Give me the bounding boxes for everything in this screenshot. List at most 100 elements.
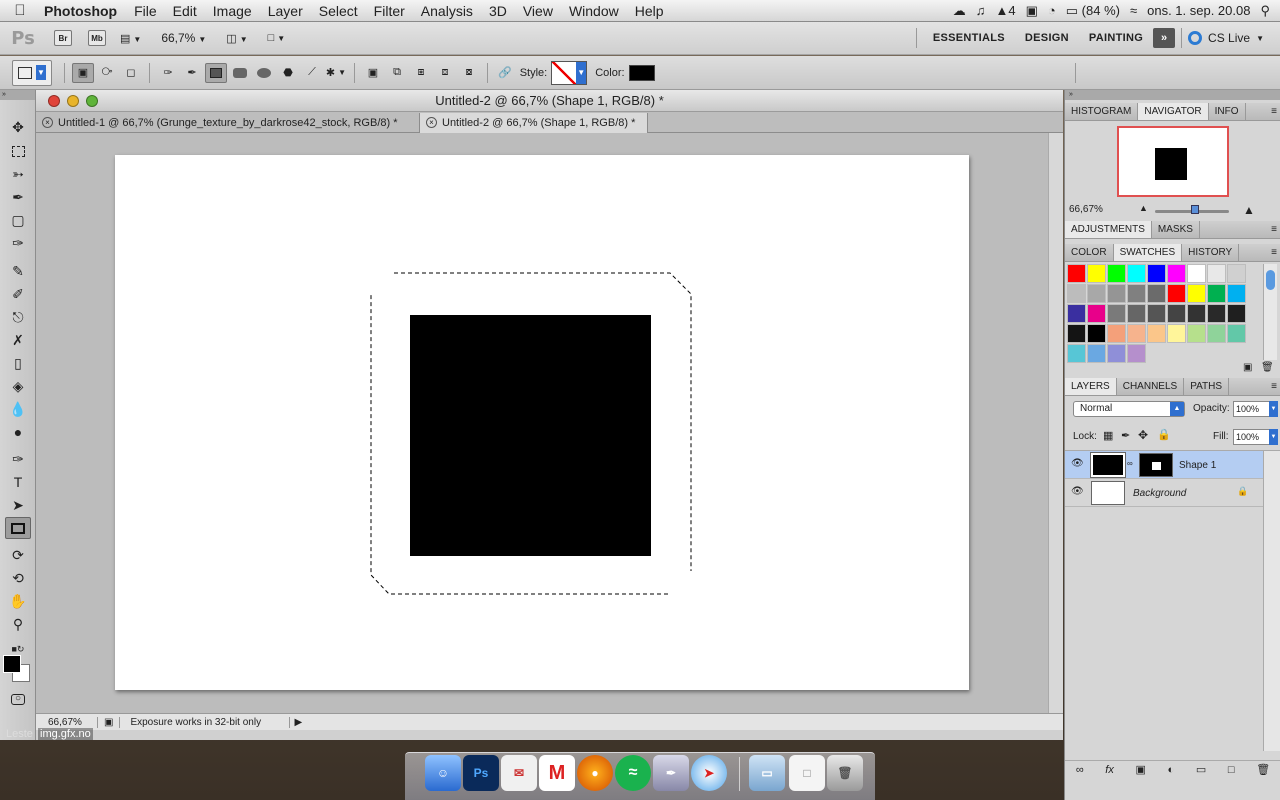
new-layer-icon[interactable]: □ — [1228, 761, 1235, 780]
menu-image[interactable]: Image — [205, 3, 260, 19]
custom-shape-button[interactable]: ✱ ▼ — [325, 63, 347, 83]
blend-mode-select[interactable]: Normal ▲ — [1073, 401, 1185, 417]
panel-menu-icon[interactable]: ≡ — [1271, 103, 1280, 120]
line-button[interactable]: ⟋ — [301, 63, 323, 83]
xcode-icon[interactable]: ✒ — [653, 755, 689, 791]
delete-layer-icon[interactable]: 🗑 — [1256, 761, 1270, 780]
bridge-button[interactable]: Br — [54, 30, 72, 46]
swatch[interactable] — [1227, 304, 1246, 323]
subtract-shape-button[interactable]: ⧆ — [410, 63, 432, 83]
status-info-icon[interactable]: ▣ — [98, 716, 121, 728]
tools-panel-header[interactable]: » — [0, 90, 35, 100]
menu-select[interactable]: Select — [311, 3, 366, 19]
workspace-painting[interactable]: PAINTING — [1079, 32, 1153, 44]
music-icon[interactable]: ♫ — [976, 3, 986, 18]
layer-row-background[interactable]: 👁 Background 🔒 — [1065, 479, 1263, 507]
cs-live-button[interactable]: CS Live ▼ — [1188, 31, 1280, 45]
swatch[interactable] — [1147, 304, 1166, 323]
lock-all-icon[interactable]: 🔒 — [1157, 428, 1171, 441]
eyedropper-tool-icon[interactable]: ✑ — [5, 232, 31, 254]
color-swatch[interactable] — [628, 64, 655, 81]
swatch[interactable] — [1107, 284, 1126, 303]
zoom-out-icon[interactable]: ▲ — [1139, 203, 1148, 213]
tab-untitled-2[interactable]: × Untitled-2 @ 66,7% (Shape 1, RGB/8) * — [420, 113, 648, 133]
swatch[interactable] — [1167, 324, 1186, 343]
swatch[interactable] — [1107, 344, 1126, 363]
menu-help[interactable]: Help — [627, 3, 672, 19]
brush-tool-icon[interactable]: ✐ — [5, 283, 31, 305]
tab-layers[interactable]: LAYERS — [1065, 378, 1117, 395]
eye-icon[interactable]: 👁 — [1071, 458, 1084, 469]
swatch[interactable] — [1067, 284, 1086, 303]
rounded-rectangle-button[interactable] — [229, 63, 251, 83]
tab-history[interactable]: HISTORY — [1182, 244, 1240, 261]
lock-image-icon[interactable]: ✒ — [1121, 429, 1130, 442]
tab-adjustments[interactable]: ADJUSTMENTS — [1065, 221, 1152, 238]
swatch[interactable] — [1127, 264, 1146, 283]
menu-3d[interactable]: 3D — [481, 3, 515, 19]
menu-app-name[interactable]: Photoshop — [40, 3, 126, 19]
lasso-tool-icon[interactable]: ➳ — [5, 163, 31, 185]
swatch[interactable] — [1147, 264, 1166, 283]
navigator-preview[interactable] — [1117, 126, 1229, 197]
swatch[interactable] — [1187, 264, 1206, 283]
chevron-down-icon[interactable]: ▼ — [1269, 401, 1278, 417]
panel-menu-icon[interactable]: ≡ — [1271, 221, 1280, 238]
paths-mode-button[interactable]: ⧂ — [96, 63, 118, 83]
firefox-icon[interactable]: ● — [577, 755, 613, 791]
horizontal-scrollbar[interactable] — [36, 730, 1063, 740]
menu-analysis[interactable]: Analysis — [413, 3, 481, 19]
zoom-in-icon[interactable]: ▲ — [1243, 203, 1255, 217]
swatch[interactable] — [1067, 344, 1086, 363]
panel-menu-icon[interactable]: ≡ — [1271, 244, 1280, 261]
new-group-icon[interactable]: ▭ — [1196, 761, 1206, 780]
link-layers-icon[interactable]: ∞ — [1076, 761, 1084, 780]
eraser-tool-icon[interactable]: ▯ — [5, 352, 31, 374]
tab-swatches[interactable]: SWATCHES — [1113, 244, 1183, 261]
finder-icon[interactable]: ☺ — [425, 755, 461, 791]
calendar-icon[interactable]: ✉ — [501, 755, 537, 791]
menu-view[interactable]: View — [515, 3, 561, 19]
clock[interactable]: ons. 1. sep. 20.08 — [1147, 3, 1250, 18]
tab-channels[interactable]: CHANNELS — [1117, 378, 1185, 395]
pen-tool-icon[interactable]: ✑ — [5, 448, 31, 470]
close-window-button[interactable] — [48, 95, 60, 107]
freeform-pen-button[interactable]: ✒ — [181, 63, 203, 83]
tab-histogram[interactable]: HISTOGRAM — [1065, 103, 1139, 120]
swatch[interactable] — [1207, 304, 1226, 323]
panel-dock-header[interactable]: » — [1065, 90, 1280, 100]
tab-untitled-1[interactable]: × Untitled-1 @ 66,7% (Grunge_texture_by_… — [36, 113, 420, 133]
opacity-field[interactable]: 100% — [1233, 401, 1271, 417]
safari-icon[interactable]: ➤ — [691, 755, 727, 791]
swatch[interactable] — [1227, 264, 1246, 283]
swatch[interactable] — [1207, 284, 1226, 303]
adjustment-layer-icon[interactable]: ◐ — [1168, 761, 1175, 780]
delete-swatch-icon[interactable]: 🗑 — [1261, 362, 1274, 373]
display-icon[interactable]: ▣ — [1026, 3, 1038, 19]
swatch[interactable] — [1187, 324, 1206, 343]
swatch[interactable] — [1227, 324, 1246, 343]
swatch-scroll-thumb[interactable] — [1266, 270, 1275, 290]
screen-mode-button[interactable]: □ ▼ — [268, 32, 286, 44]
mini-bridge-button[interactable]: Mb — [88, 30, 106, 46]
swatch[interactable] — [1087, 284, 1106, 303]
adobe-updates-icon[interactable]: ▲4 — [995, 3, 1015, 18]
tab-paths[interactable]: PATHS — [1184, 378, 1230, 395]
menu-filter[interactable]: Filter — [366, 3, 413, 19]
link-icon[interactable]: 🔗 — [498, 66, 512, 79]
swatch[interactable] — [1107, 324, 1126, 343]
move-tool-icon[interactable]: ✥ — [5, 116, 31, 138]
fx-icon[interactable]: fx — [1105, 761, 1114, 780]
zoom-level-dropdown[interactable]: 66,7% ▼ — [161, 31, 206, 45]
cloud-icon[interactable]: ☁ — [953, 3, 966, 19]
gmail-icon[interactable]: M — [539, 755, 575, 791]
layer-row-shape-1[interactable]: 👁 ∞ Shape 1 — [1065, 451, 1263, 479]
fill-pixels-mode-button[interactable]: ◻ — [120, 63, 142, 83]
workspace-design[interactable]: DESIGN — [1015, 32, 1079, 44]
close-tab-icon[interactable]: × — [42, 117, 53, 128]
tool-preset-picker[interactable]: ▼ — [12, 59, 52, 86]
swatch[interactable] — [1087, 324, 1106, 343]
workspace-essentials[interactable]: ESSENTIALS — [923, 32, 1015, 44]
swatch-scrollbar[interactable] — [1263, 264, 1277, 360]
polygon-button[interactable]: ⬣ — [277, 63, 299, 83]
